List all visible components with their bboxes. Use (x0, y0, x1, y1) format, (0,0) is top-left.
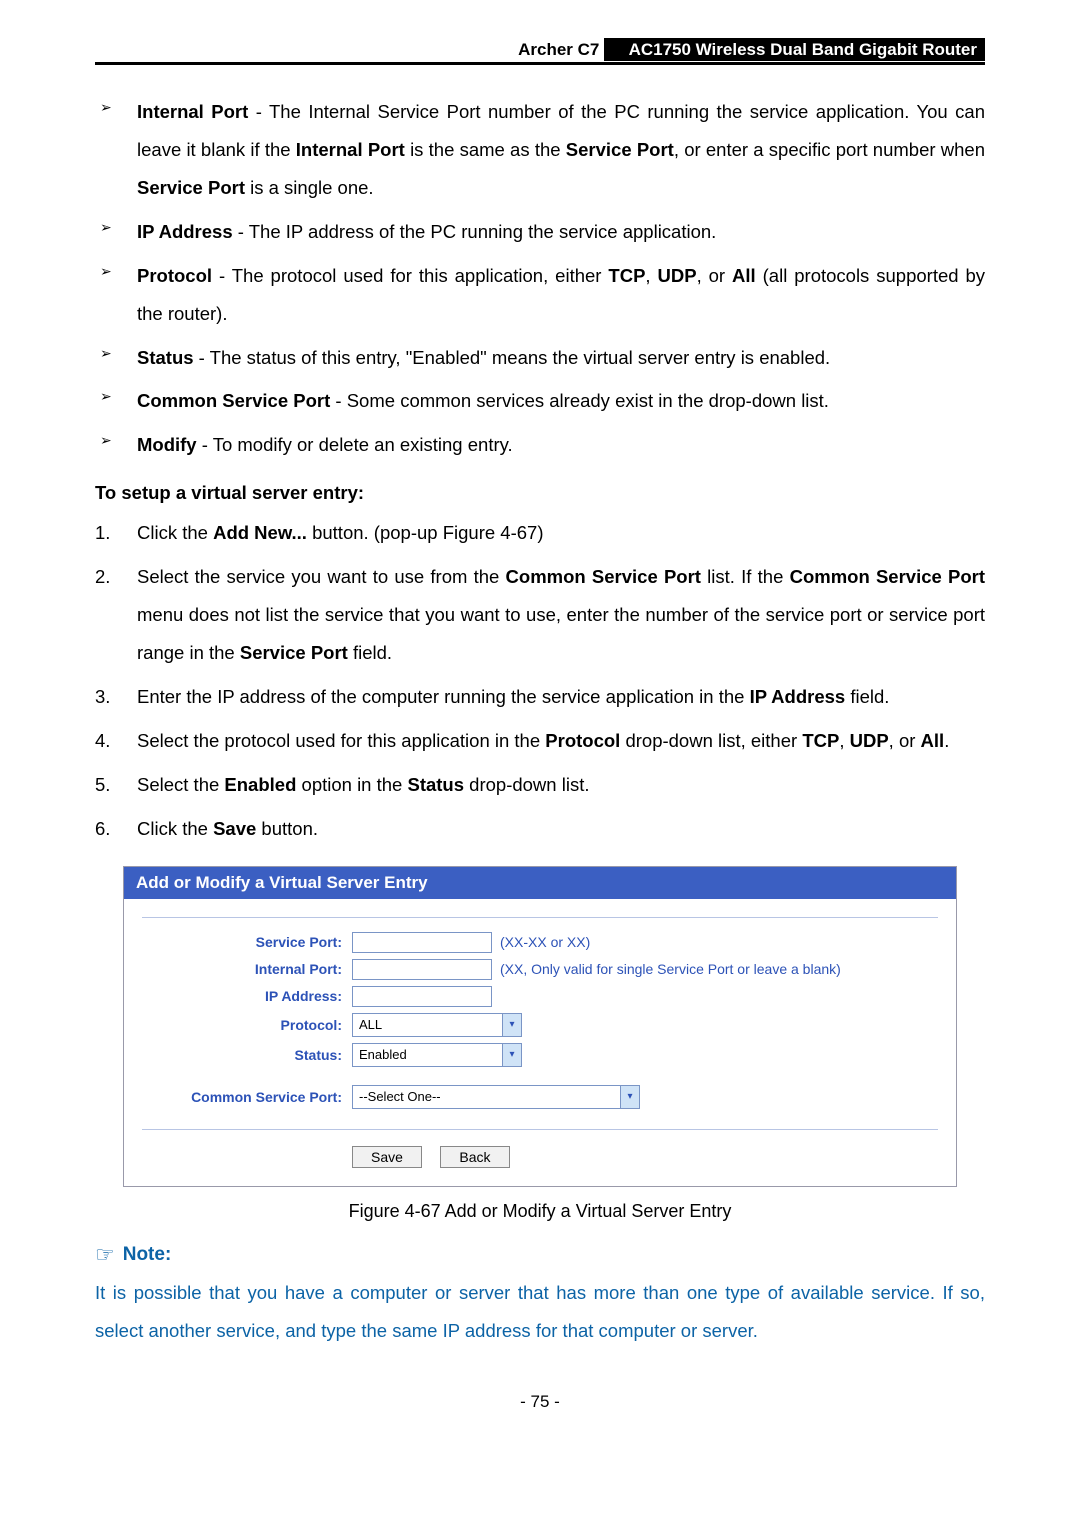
note-label: Note: (123, 1244, 172, 1266)
step-1: 1.Click the Add New... button. (pop-up F… (95, 514, 985, 552)
step-5: 5.Select the Enabled option in the Statu… (95, 766, 985, 804)
service-port-input[interactable] (352, 932, 492, 953)
divider (142, 917, 938, 918)
step-3: 3.Enter the IP address of the computer r… (95, 678, 985, 716)
chevron-down-icon: ▾ (620, 1086, 639, 1108)
save-button[interactable]: Save (352, 1146, 422, 1168)
back-button[interactable]: Back (440, 1146, 509, 1168)
status-value: Enabled (359, 1047, 407, 1062)
pointing-hand-icon: ☞ (95, 1242, 115, 1268)
common-service-port-select[interactable]: --Select One-- ▾ (352, 1085, 640, 1109)
bullet-protocol: Protocol - The protocol used for this ap… (95, 257, 985, 333)
header-desc: AC1750 Wireless Dual Band Gigabit Router (625, 38, 985, 61)
divider (142, 1129, 938, 1130)
step-4: 4.Select the protocol used for this appl… (95, 722, 985, 760)
chevron-down-icon: ▾ (502, 1044, 521, 1066)
label-protocol: Protocol: (142, 1017, 352, 1033)
internal-port-input[interactable] (352, 959, 492, 980)
label-internal-port: Internal Port: (142, 961, 352, 977)
step-6: 6.Click the Save button. (95, 810, 985, 848)
header-spacer (604, 38, 625, 61)
label-common-service-port: Common Service Port: (142, 1089, 352, 1105)
step-2: 2.Select the service you want to use fro… (95, 558, 985, 672)
label-service-port: Service Port: (142, 934, 352, 950)
section-title: To setup a virtual server entry: (95, 482, 985, 504)
note-text: It is possible that you have a computer … (95, 1274, 985, 1350)
status-select[interactable]: Enabled ▾ (352, 1043, 522, 1067)
bullet-modify: Modify - To modify or delete an existing… (95, 426, 985, 464)
label-status: Status: (142, 1047, 352, 1063)
label-ip-address: IP Address: (142, 988, 352, 1004)
ip-address-input[interactable] (352, 986, 492, 1007)
protocol-value: ALL (359, 1017, 382, 1032)
steps-list: 1.Click the Add New... button. (pop-up F… (95, 514, 985, 847)
figure-caption: Figure 4-67 Add or Modify a Virtual Serv… (95, 1201, 985, 1222)
bullet-ip-address: IP Address - The IP address of the PC ru… (95, 213, 985, 251)
figure-title: Add or Modify a Virtual Server Entry (124, 867, 956, 899)
header-product: Archer C7 (518, 40, 599, 59)
page-number: - 75 - (95, 1392, 985, 1412)
feature-bullets: Internal Port - The Internal Service Por… (95, 93, 985, 464)
figure-virtual-server-entry: Add or Modify a Virtual Server Entry Ser… (123, 866, 957, 1187)
bullet-common-service-port: Common Service Port - Some common servic… (95, 382, 985, 420)
common-service-port-value: --Select One-- (359, 1089, 441, 1104)
chevron-down-icon: ▾ (502, 1014, 521, 1036)
bullet-internal-port: Internal Port - The Internal Service Por… (95, 93, 985, 207)
bullet-status: Status - The status of this entry, "Enab… (95, 339, 985, 377)
note: ☞ Note: (95, 1242, 985, 1268)
page-header: Archer C7 AC1750 Wireless Dual Band Giga… (95, 40, 985, 65)
hint-service-port: (XX-XX or XX) (500, 934, 590, 950)
hint-internal-port: (XX, Only valid for single Service Port … (500, 961, 841, 977)
protocol-select[interactable]: ALL ▾ (352, 1013, 522, 1037)
